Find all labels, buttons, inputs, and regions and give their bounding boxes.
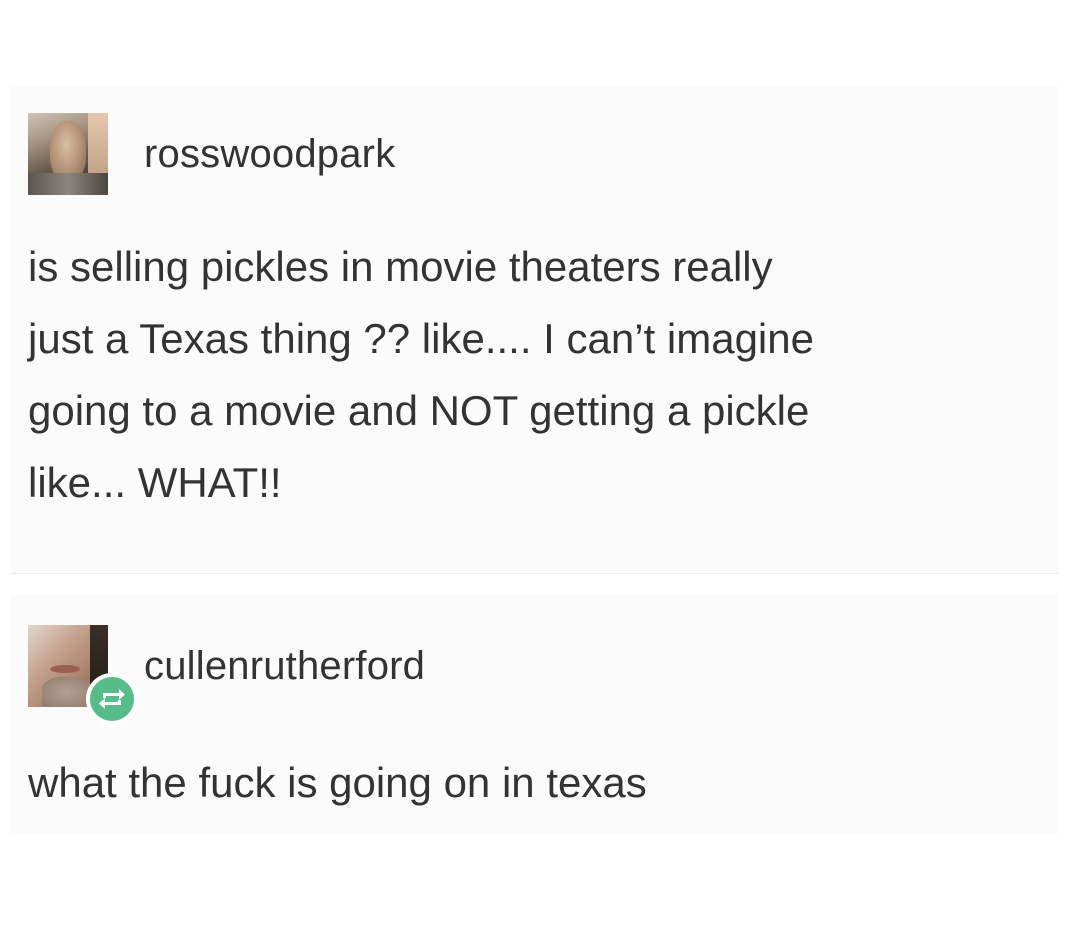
avatar-face [50,121,86,181]
post-body: what the fuck is going on in texas [28,747,1048,819]
post-body-line: what the fuck is going on in texas [28,759,647,806]
post-reblog: cullenrutherford what the fuck is going … [10,595,1058,835]
post-header: cullenrutherford [28,625,425,725]
avatar-chin [42,677,92,707]
post-body-line: just a Texas thing ?? like.... I can’t i… [28,315,814,362]
username-link[interactable]: cullenrutherford [144,644,425,689]
avatar-container [28,625,138,725]
post-body-line: like... WHAT!! [28,459,282,506]
post-body-line: is selling pickles in movie theaters rea… [28,243,773,290]
reblog-icon [86,673,138,725]
post-header: rosswoodpark [28,113,395,195]
avatar-shoulder [28,173,108,195]
avatar[interactable] [28,113,108,195]
post-body-line: going to a movie and NOT getting a pickl… [28,387,810,434]
post-divider [10,573,1058,596]
avatar-lips [50,665,80,673]
post-original: rosswoodpark is selling pickles in movie… [10,85,1058,573]
reblog-arrows-icon [99,689,125,709]
post-body: is selling pickles in movie theaters rea… [28,231,1048,519]
username-link[interactable]: rosswoodpark [144,132,395,177]
